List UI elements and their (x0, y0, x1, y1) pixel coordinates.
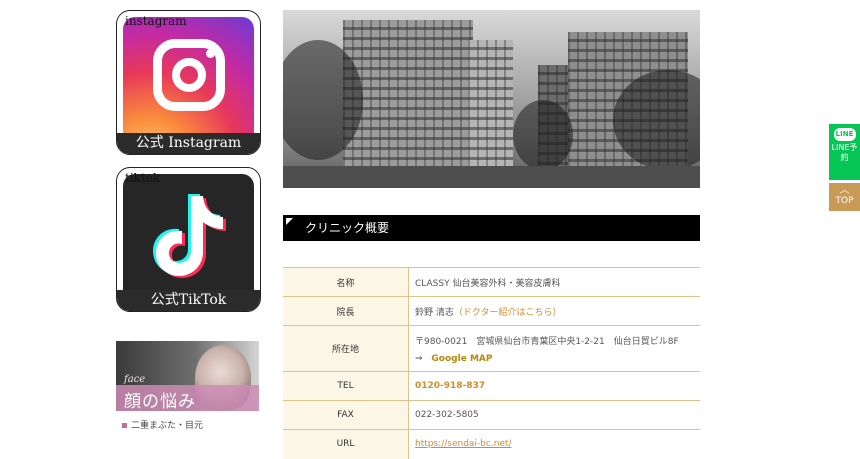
info-key: FAX (283, 400, 409, 430)
instagram-tag: instagram (125, 14, 187, 28)
info-row-tel: TEL 0120-918-837 (283, 371, 700, 401)
tiktok-tile[interactable]: tiktok 公式TikTok (116, 167, 261, 312)
line-reservation-label: LINE予約 (831, 143, 858, 162)
info-key: URL (283, 429, 409, 459)
info-value: 022-302-5805 (408, 400, 700, 430)
clinic-building-photo (283, 10, 700, 188)
arrow-icon: ⇒ (415, 353, 423, 364)
info-row-address: 所在地 〒980-0021 宮城県仙台市青葉区中央1-2-21 仙台日貿ビル8F… (283, 325, 700, 372)
info-key: 院長 (283, 296, 409, 326)
doctor-intro-link[interactable]: （ドクター紹介はこちら） (454, 308, 562, 318)
instagram-label: 公式 Instagram (117, 133, 260, 154)
info-key: 名称 (283, 267, 409, 297)
google-map-link[interactable]: Google MAP (431, 354, 492, 364)
corner-mark-icon (286, 218, 293, 225)
clinic-overview-heading: クリニック概要 (283, 215, 700, 241)
face-banner-sub: face (124, 374, 146, 385)
bullet-square-icon (122, 423, 127, 428)
address-text: 〒980-0021 宮城県仙台市青葉区中央1-2-21 仙台日貿ビル8F (415, 336, 679, 347)
website-link[interactable]: https://sendai-bc.net/ (415, 439, 512, 449)
info-row-director: 院長 鈴野 清志（ドクター紹介はこちら） (283, 296, 700, 326)
info-value: 〒980-0021 宮城県仙台市青葉区中央1-2-21 仙台日貿ビル8F ⇒ G… (408, 325, 700, 372)
face-banner-title: 顔の悩み (124, 392, 196, 411)
instagram-tile[interactable]: instagram 公式 Instagram (116, 10, 261, 155)
back-to-top-label: TOP (835, 196, 854, 206)
face-menu-link-label: 二重まぶた・目元 (131, 421, 204, 431)
line-logo-icon: LINE (833, 128, 856, 141)
face-menu-link[interactable]: 二重まぶた・目元 (122, 418, 203, 431)
info-key: 所在地 (283, 325, 409, 372)
line-reservation-button[interactable]: LINE LINE予約 (829, 124, 860, 180)
back-to-top-button[interactable]: ︿ TOP (829, 183, 860, 211)
tiktok-tag: tiktok (125, 171, 161, 185)
info-value: 鈴野 清志（ドクター紹介はこちら） (408, 296, 700, 326)
clinic-info-table: 名称 CLASSY 仙台美容外科・美容皮膚科 院長 鈴野 清志（ドクター紹介はこ… (283, 267, 700, 459)
phone-number-link[interactable]: 0120-918-837 (408, 371, 700, 401)
info-row-name: 名称 CLASSY 仙台美容外科・美容皮膚科 (283, 267, 700, 297)
info-value: CLASSY 仙台美容外科・美容皮膚科 (408, 267, 700, 297)
info-row-fax: FAX 022-302-5805 (283, 400, 700, 430)
tiktok-label: 公式TikTok (117, 290, 260, 311)
chevron-up-icon: ︿ (839, 185, 850, 196)
tiktok-icon (123, 174, 254, 305)
face-concerns-banner[interactable]: face 顔の悩み (116, 341, 259, 411)
director-name: 鈴野 清志 (415, 307, 454, 318)
info-key: TEL (283, 371, 409, 401)
section-title: クリニック概要 (305, 221, 390, 235)
instagram-icon (123, 17, 254, 148)
info-row-url: URL https://sendai-bc.net/ (283, 429, 700, 459)
